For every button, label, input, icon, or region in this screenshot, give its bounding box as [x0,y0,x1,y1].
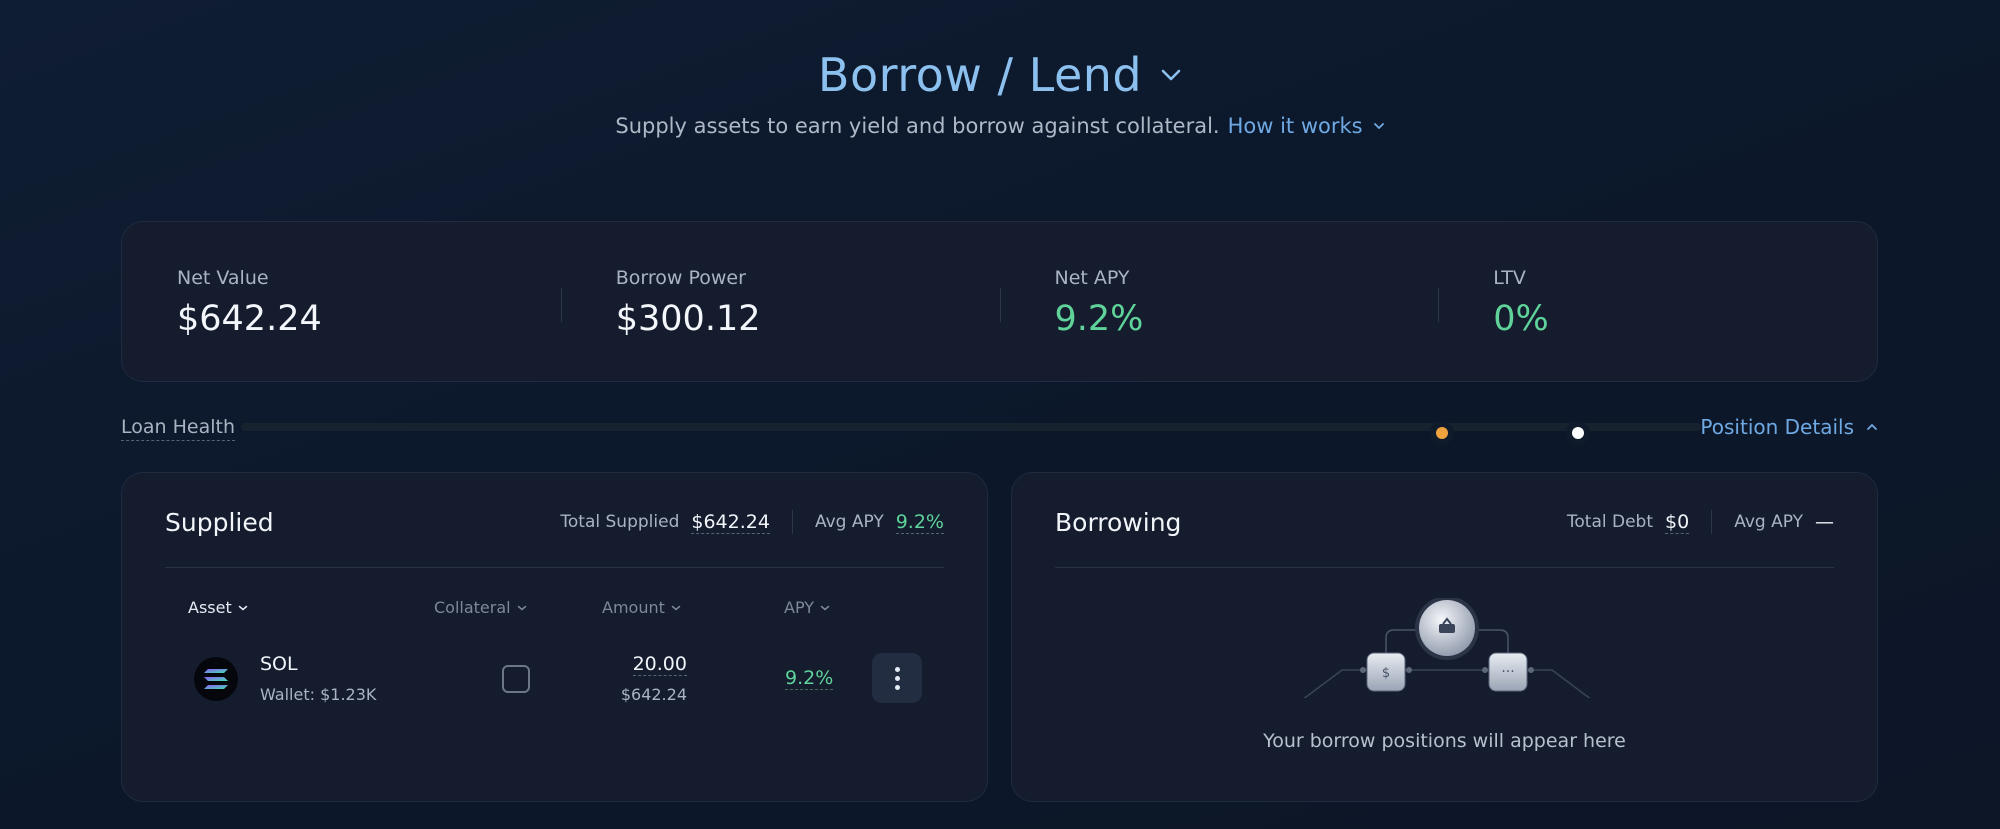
stat-value: 9.2% [1054,299,1144,339]
avg-apy-value: — [1815,511,1834,533]
stat-label: Net Value [177,267,269,289]
avg-apy-label: Avg APY [814,512,884,532]
stat-value: $642.24 [177,299,322,339]
chevron-down-icon [820,605,830,610]
column-label: APY [784,598,815,617]
svg-text:$: $ [1382,666,1390,681]
how-it-works-label: How it works [1227,114,1363,138]
loan-health-label[interactable]: Loan Health [121,416,235,441]
chevron-down-icon [671,605,681,610]
liquidation-threshold-marker [1436,427,1448,439]
solana-icon [194,657,238,701]
position-details-toggle[interactable]: Position Details [1700,415,1878,439]
column-label: Amount [602,598,665,617]
kebab-dot [894,684,900,690]
title-dropdown[interactable]: Borrow / Lend [818,48,1182,102]
total-supplied-value: $642.24 [691,510,770,534]
total-debt-label: Total Debt [1566,512,1654,532]
stat-label: LTV [1493,267,1526,289]
how-it-works-link[interactable]: How it works [1228,114,1385,138]
stat-label: Net APY [1054,267,1130,289]
loan-health-bar: Loan Health Position Details [121,412,1878,442]
chevron-down-icon [1161,69,1181,81]
column-label: Asset [188,598,232,617]
divider [165,567,944,568]
stats-card: Net Value $642.24 Borrow Power $300.12 N… [121,221,1878,382]
collateral-checkbox[interactable] [502,665,530,693]
column-label: Collateral [434,598,511,617]
kebab-dot [894,675,900,681]
total-supplied-label: Total Supplied [560,512,680,532]
asset-wallet-balance: Wallet: $1.23K [260,685,377,704]
borrowing-panel: Borrowing Total Debt $0 Avg APY — $ ··· … [1011,472,1878,802]
divider [1055,567,1834,568]
svg-text:···: ··· [1501,664,1514,680]
current-health-marker [1572,427,1584,439]
position-details-label: Position Details [1700,415,1854,439]
panel-title: Supplied [165,507,274,537]
total-debt-value: $0 [1665,510,1690,534]
divider [1711,510,1713,534]
column-header-amount[interactable]: Amount [602,598,681,617]
supplied-amount-usd: $642.24 [620,685,687,704]
loan-health-track [241,423,1701,439]
asset-apy: 9.2% [785,667,834,690]
chevron-down-icon [517,605,526,610]
stat-value: $300.12 [615,299,761,339]
stat-net-apy: Net APY 9.2% [999,222,1439,381]
empty-state-illustration: $ ··· [1303,598,1591,698]
empty-state-message: Your borrow positions will appear here [1263,730,1626,752]
chevron-down-icon [1373,123,1384,129]
chevron-up-icon [1867,424,1877,430]
stat-value: 0% [1493,299,1549,339]
column-header-apy[interactable]: APY [784,598,830,617]
stat-borrow-power: Borrow Power $300.12 [560,222,1000,381]
kebab-dot [894,666,900,672]
stat-label: Borrow Power [615,267,746,289]
panel-title: Borrowing [1055,507,1182,537]
supplied-amount: 20.00 [632,653,687,676]
more-options-button[interactable] [872,653,922,703]
stat-ltv: LTV 0% [1438,222,1877,381]
supplied-panel: Supplied Total Supplied $642.24 Avg APY … [121,472,988,802]
column-header-asset[interactable]: Asset [188,598,248,617]
chevron-down-icon [238,605,247,610]
page-header: Borrow / Lend Supply assets to earn yiel… [0,48,2000,138]
divider [791,510,793,534]
avg-apy-label: Avg APY [1734,512,1803,532]
column-header-collateral[interactable]: Collateral [434,598,527,617]
avg-apy-value: 9.2% [895,510,944,534]
page-title: Borrow / Lend [817,48,1143,102]
page-subtitle: Supply assets to earn yield and borrow a… [615,114,1220,138]
stat-net-value: Net Value $642.24 [122,222,561,381]
asset-name: SOL [260,653,298,675]
